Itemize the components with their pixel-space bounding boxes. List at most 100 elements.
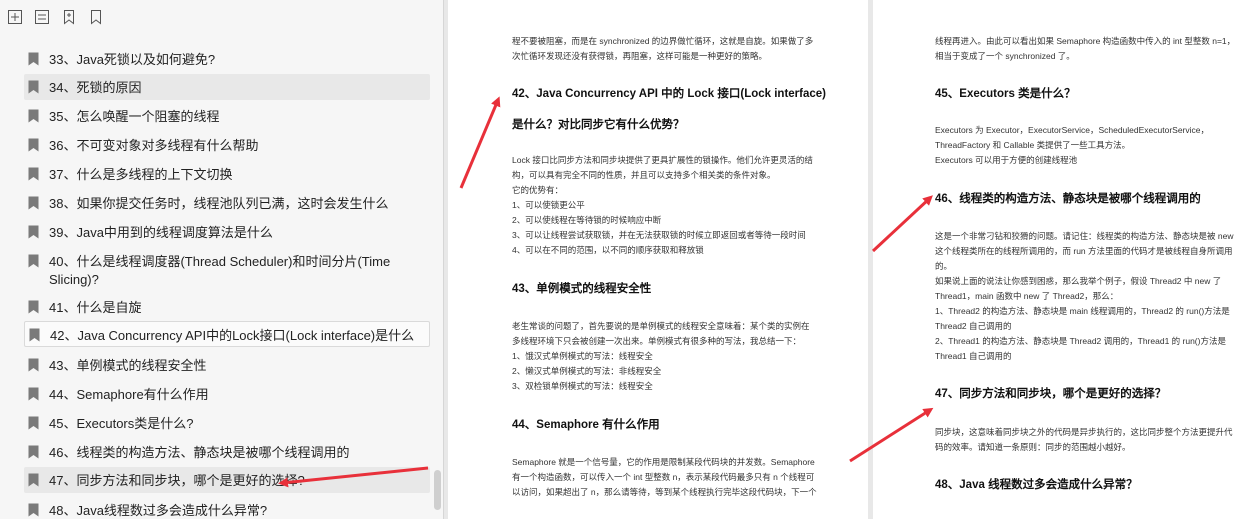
- text-line: 有一个构造函数，可以传入一个 int 型整数 n，表示某段代码最多只有 n 个线…: [512, 472, 815, 482]
- text-line: 的。: [935, 261, 953, 271]
- text-line: 4、可以在不同的范围，以不同的顺序获取和释放锁: [512, 245, 704, 255]
- bookmark-label: 35、怎么唤醒一个阻塞的线程: [49, 109, 220, 124]
- text-line: 多线程环境下只会被创建一次出来。单例模式有很多种的写法，我总结一下：: [512, 336, 802, 346]
- bookmark-label: 41、什么是自旋: [49, 300, 142, 315]
- text-line: Thread2 自己调用的: [935, 321, 1012, 331]
- heading-45: 45、Executors 类是什么？: [935, 88, 1076, 100]
- heading-42-line2: 是什么？对比同步它有什么优势？: [512, 119, 685, 131]
- text-line: 2、Thread1 的构造方法、静态块是 Thread2 调用的，Thread1…: [935, 336, 1226, 346]
- paragraph: 程不要被阻塞，而是在 synchronized 的边界做忙循环，这就是自旋。如果…: [512, 34, 813, 64]
- paragraph: Lock 接口比同步方法和同步块提供了更具扩展性的锁操作。他们允许更灵活的结 构…: [512, 153, 813, 258]
- text-line: 1、可以使锁更公平: [512, 200, 585, 210]
- bookmark-icon: [28, 387, 39, 401]
- pdf-viewer: 33、Java死锁以及如何避免? 34、死锁的原因 35、怎么唤醒一个阻塞的线程…: [0, 0, 1255, 519]
- bookmark-label: 40、什么是线程调度器(Thread Scheduler)和时间分片(Time …: [49, 254, 391, 287]
- text-line: 次忙循环发现还没有获得锁，再阻塞，这样可能是一种更好的策略。: [512, 51, 768, 61]
- bookmark-label: 47、同步方法和同步块，哪个是更好的选择?: [49, 473, 305, 488]
- bookmark-icon: [28, 503, 39, 517]
- bookmark-item-34[interactable]: 34、死锁的原因: [24, 74, 430, 100]
- bookmark-icon[interactable]: [88, 9, 104, 25]
- text-line: 构，可以具有完全不同的性质，并且可以支持多个相关类的条件对象。: [512, 170, 776, 180]
- text-line: 1、Thread2 的构造方法、静态块是 main 线程调用的，Thread2 …: [935, 306, 1230, 316]
- heading-48: 48、Java 线程数过多会造成什么异常？: [935, 479, 1138, 491]
- bookmark-icon: [28, 416, 39, 430]
- bookmark-icon: [28, 52, 39, 66]
- bookmark-item-45[interactable]: 45、Executors类是什么?: [24, 410, 430, 436]
- bookmark-item-47[interactable]: 47、同步方法和同步块，哪个是更好的选择?: [24, 467, 430, 493]
- heading-43: 43、单例模式的线程安全性: [512, 283, 652, 295]
- heading-42-line1: 42、Java Concurrency API 中的 Lock 接口(Lock …: [512, 88, 827, 100]
- bookmark-item-39[interactable]: 39、Java中用到的线程调度算法是什么: [24, 219, 430, 245]
- text-line: 线程再进入。由此可以看出如果 Semaphore 构造函数中传入的 int 型整…: [935, 36, 1236, 46]
- bookmark-icon: [28, 167, 39, 181]
- bookmark-label: 36、不可变对象对多线程有什么帮助: [49, 138, 259, 153]
- text-line: 同步块，这意味着同步块之外的代码是异步执行的，这比同步整个方法更提升代: [935, 427, 1233, 437]
- paragraph: 同步块，这意味着同步块之外的代码是异步执行的，这比同步整个方法更提升代 码的效率…: [935, 425, 1233, 455]
- text-line: 3、可以让线程尝试获取锁，并在无法获取锁的时候立即返回或者等待一段时间: [512, 230, 806, 240]
- bookmark-label: 42、Java Concurrency API中的Lock接口(Lock int…: [50, 328, 415, 343]
- paragraph: 这是一个非常刁钻和狡猾的问题。请记住：线程类的构造方法、静态块是被 new 这个…: [935, 229, 1233, 364]
- bookmark-item-38[interactable]: 38、如果你提交任务时，线程池队列已满，这时会发生什么: [24, 190, 430, 216]
- text-line: Lock 接口比同步方法和同步块提供了更具扩展性的锁操作。他们允许更灵活的结: [512, 155, 813, 165]
- bookmark-label: 34、死锁的原因: [49, 80, 142, 95]
- text-line: 2、懒汉式单例模式的写法：非线程安全: [512, 366, 662, 376]
- expand-all-icon[interactable]: [7, 9, 23, 25]
- bookmark-label: 45、Executors类是什么?: [49, 416, 194, 431]
- text-line: Thread1 自己调用的: [935, 351, 1012, 361]
- text-line: Executors 为 Executor，ExecutorService，Sch…: [935, 125, 1210, 135]
- text-line: 这个线程类所在的线程所调用的，而 run 方法里面的代码才是被线程自身所调用: [935, 246, 1233, 256]
- page-right: 线程再进入。由此可以看出如果 Semaphore 构造函数中传入的 int 型整…: [873, 0, 1255, 519]
- text-line: 2、可以使线程在等待锁的时候响应中断: [512, 215, 662, 225]
- bookmark-item-35[interactable]: 35、怎么唤醒一个阻塞的线程: [24, 103, 430, 129]
- text-line: 它的优势有：: [512, 185, 564, 195]
- bookmark-item-37[interactable]: 37、什么是多线程的上下文切换: [24, 161, 430, 187]
- bookmark-item-44[interactable]: 44、Semaphore有什么作用: [24, 381, 430, 407]
- text-line: Thread1，main 函数中 new 了 Thread2，那么：: [935, 291, 1119, 301]
- text-line: 相当于变成了一个 synchronized 了。: [935, 51, 1075, 61]
- bookmark-label: 37、什么是多线程的上下文切换: [49, 167, 233, 182]
- paragraph: 线程再进入。由此可以看出如果 Semaphore 构造函数中传入的 int 型整…: [935, 34, 1235, 64]
- bookmark-item-43[interactable]: 43、单例模式的线程安全性: [24, 352, 430, 378]
- bookmark-icon: [28, 109, 39, 123]
- text-line: Executors 可以用于方便的创建线程池: [935, 155, 1078, 165]
- bookmark-icon: [28, 473, 39, 487]
- heading-44: 44、Semaphore 有什么作用: [512, 419, 660, 431]
- text-line: ThreadFactory 和 Callable 类提供了一些工具方法。: [935, 140, 1131, 150]
- bookmark-item-48[interactable]: 48、Java线程数过多会造成什么异常?: [24, 497, 430, 519]
- bookmark-item-46[interactable]: 46、线程类的构造方法、静态块是被哪个线程调用的: [24, 439, 430, 465]
- bookmark-icon: [28, 196, 39, 210]
- bookmark-icon: [28, 80, 39, 94]
- bookmark-label: 39、Java中用到的线程调度算法是什么: [49, 225, 273, 240]
- bookmark-label: 46、线程类的构造方法、静态块是被哪个线程调用的: [49, 445, 350, 460]
- bookmark-icon: [29, 328, 40, 342]
- add-bookmark-icon[interactable]: [61, 9, 77, 25]
- heading-47: 47、同步方法和同步块，哪个是更好的选择？: [935, 388, 1167, 400]
- bookmark-item-40[interactable]: 40、什么是线程调度器(Thread Scheduler)和时间分片(Time …: [24, 248, 430, 290]
- bookmark-icon: [28, 254, 39, 268]
- bookmark-item-33[interactable]: 33、Java死锁以及如何避免?: [24, 46, 430, 72]
- text-line: 如果说上面的说法让你感到困惑，那么我举个例子，假设 Thread2 中 new …: [935, 276, 1222, 286]
- bookmark-icon: [28, 225, 39, 239]
- bookmarks-sidebar: 33、Java死锁以及如何避免? 34、死锁的原因 35、怎么唤醒一个阻塞的线程…: [0, 0, 444, 519]
- bookmark-icon: [28, 445, 39, 459]
- text-line: 3、双检锁单例模式的写法：线程安全: [512, 381, 653, 391]
- bookmark-icon: [28, 138, 39, 152]
- text-line: 老生常谈的问题了，首先要说的是单例模式的线程安全意味着：某个类的实例在: [512, 321, 810, 331]
- text-line: 这是一个非常刁钻和狡猾的问题。请记住：线程类的构造方法、静态块是被 new: [935, 231, 1234, 241]
- bookmark-item-42[interactable]: 42、Java Concurrency API中的Lock接口(Lock int…: [24, 321, 430, 347]
- bookmark-item-41[interactable]: 41、什么是自旋: [24, 294, 430, 320]
- text-line: Semaphore 就是一个信号量，它的作用是限制某段代码块的并发数。Semap…: [512, 457, 815, 467]
- text-line: 以访问，如果超出了 n，那么请等待，等到某个线程执行完毕这段代码块，下一个: [512, 487, 817, 497]
- collapse-all-icon[interactable]: [34, 9, 50, 25]
- bookmark-label: 43、单例模式的线程安全性: [49, 358, 207, 373]
- bookmark-icon: [28, 300, 39, 314]
- paragraph: Semaphore 就是一个信号量，它的作用是限制某段代码块的并发数。Semap…: [512, 455, 817, 500]
- text-line: 码的效率。请知道一条原则：同步的范围越小越好。: [935, 442, 1131, 452]
- bookmark-item-36[interactable]: 36、不可变对象对多线程有什么帮助: [24, 132, 430, 158]
- paragraph: 老生常谈的问题了，首先要说的是单例模式的线程安全意味着：某个类的实例在 多线程环…: [512, 319, 810, 394]
- text-line: 1、饿汉式单例模式的写法：线程安全: [512, 351, 653, 361]
- text-line: 程不要被阻塞，而是在 synchronized 的边界做忙循环，这就是自旋。如果…: [512, 36, 814, 46]
- bookmark-label: 33、Java死锁以及如何避免?: [49, 52, 216, 67]
- document-pages[interactable]: 程不要被阻塞，而是在 synchronized 的边界做忙循环，这就是自旋。如果…: [445, 0, 1255, 519]
- sidebar-scrollbar[interactable]: [434, 470, 441, 510]
